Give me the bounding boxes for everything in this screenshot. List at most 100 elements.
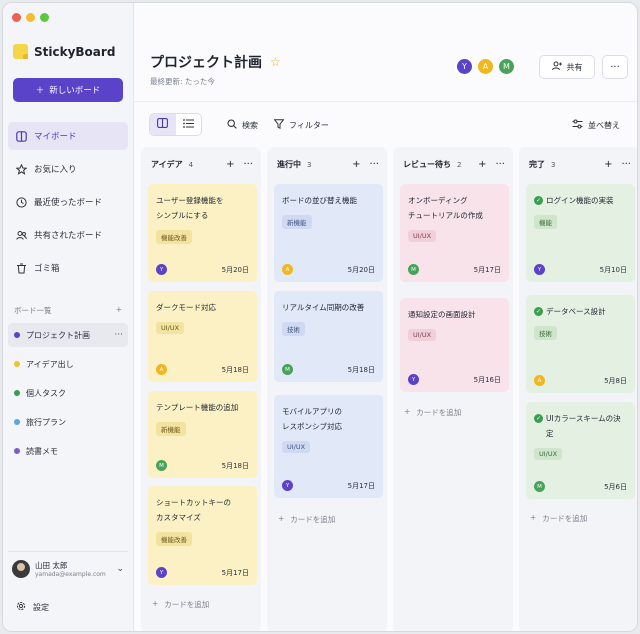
- sidebar-item-label: お気に入り: [34, 165, 77, 175]
- toolbar: 検索 フィルター 並べ替え: [134, 101, 637, 147]
- column-in-review: レビュー待ち 2 + ··· オンボーディング チュートリアルの作成 UI/UX…: [393, 147, 513, 631]
- card-tag: UI/UX: [408, 230, 437, 242]
- card-footer: Y 5月16日: [408, 374, 501, 385]
- column-title: レビュー待ち: [403, 160, 451, 169]
- favorite-star-icon[interactable]: ☆: [270, 55, 281, 69]
- list-view-button[interactable]: [176, 114, 202, 135]
- card-footer: A 5月20日: [282, 264, 375, 275]
- column-more-button[interactable]: ···: [495, 159, 505, 170]
- sidebar-item-recent[interactable]: 最近使ったボード: [8, 188, 128, 216]
- card-tag: UI/UX: [282, 441, 311, 453]
- title-row: プロジェクト計画 ☆: [150, 52, 281, 72]
- check-circle-icon: ✓: [534, 307, 543, 316]
- card-tag: 機能改善: [156, 230, 192, 244]
- card-footer: M 5月18日: [282, 364, 375, 375]
- card[interactable]: ✓ ログイン機能の実装 機能 Y 5月10日: [526, 184, 635, 282]
- card-date: 5月10日: [599, 265, 627, 274]
- check-circle-icon: ✓: [534, 414, 543, 423]
- card-date: 5月16日: [473, 375, 501, 384]
- settings-label: 設定: [33, 602, 49, 612]
- board-view-button[interactable]: [150, 114, 176, 135]
- card[interactable]: ✓ データベース設計 技術 A 5月8日: [526, 295, 635, 393]
- sidebar-item-trash[interactable]: ゴミ箱: [8, 254, 128, 282]
- more-options-button[interactable]: ···: [602, 55, 628, 79]
- plus-icon: +: [404, 407, 411, 416]
- column-header: 進行中 3 + ···: [277, 159, 379, 170]
- avatar: M: [282, 364, 293, 375]
- list-icon: [182, 118, 194, 131]
- avatar[interactable]: M: [497, 57, 516, 76]
- card[interactable]: モバイルアプリの レスポンシブ対応 UI/UX Y 5月17日: [274, 395, 383, 498]
- card[interactable]: オンボーディング チュートリアルの作成 UI/UX M 5月17日: [400, 184, 509, 282]
- avatar: A: [282, 264, 293, 275]
- card[interactable]: ユーザー登録機能を シンプルにする 機能改善 Y 5月20日: [148, 184, 257, 282]
- share-button[interactable]: 共有: [539, 55, 595, 79]
- add-board-button[interactable]: +: [116, 305, 122, 316]
- add-card-button[interactable]: + カードを追加: [152, 599, 209, 610]
- filter-button[interactable]: フィルター: [273, 119, 329, 131]
- card[interactable]: ✓ UIカラースキームの決定 UI/UX M 5月6日: [526, 402, 635, 499]
- card[interactable]: ボードの並び替え機能 新機能 A 5月20日: [274, 184, 383, 282]
- sidebar-board-reading-notes[interactable]: 読書メモ: [8, 439, 128, 463]
- sidebar: StickyBoard ＋ 新しいボード マイボード お気に入り 最近使ったボー…: [3, 3, 134, 631]
- add-card-button[interactable]: + カードを追加: [530, 513, 587, 524]
- avatar[interactable]: A: [476, 57, 495, 76]
- sidebar-item-shared[interactable]: 共有されたボード: [8, 221, 128, 249]
- clock-icon: [16, 196, 27, 208]
- share-label: 共有: [566, 62, 583, 72]
- card[interactable]: テンプレート機能の追加 新機能 M 5月18日: [148, 391, 257, 478]
- search-icon: [227, 119, 237, 131]
- card-footer: Y 5月20日: [156, 264, 249, 275]
- maximize-window-button[interactable]: [40, 13, 49, 22]
- search-label: 検索: [242, 120, 258, 130]
- app-name: StickyBoard: [34, 44, 116, 59]
- avatar: A: [156, 364, 167, 375]
- card-title: ✓ ログイン機能の実装: [534, 196, 614, 205]
- column-more-button[interactable]: ···: [243, 159, 253, 170]
- sort-button[interactable]: 並べ替え: [572, 119, 620, 131]
- plus-icon: +: [152, 599, 159, 608]
- add-card-button[interactable]: + カードを追加: [404, 407, 461, 418]
- card[interactable]: 通知設定の画面設計 UI/UX Y 5月16日: [400, 298, 509, 392]
- close-window-button[interactable]: [12, 13, 21, 22]
- add-card-plus-button[interactable]: +: [478, 159, 486, 170]
- user-plus-icon: [551, 61, 562, 73]
- sidebar-item-label: 共有されたボード: [34, 231, 103, 241]
- column-more-button[interactable]: ···: [369, 159, 379, 170]
- board-label: プロジェクト計画: [26, 330, 90, 340]
- column-more-button[interactable]: ···: [621, 159, 631, 170]
- sidebar-board-travel-plan[interactable]: 旅行プラン: [8, 410, 128, 434]
- sidebar-board-personal-tasks[interactable]: 個人タスク: [8, 381, 128, 405]
- minimize-window-button[interactable]: [26, 13, 35, 22]
- card-tag: 技術: [534, 326, 557, 340]
- card-tag: UI/UX: [534, 448, 563, 460]
- settings-button[interactable]: 設定: [16, 601, 49, 613]
- card[interactable]: ショートカットキーの カスタマイズ 機能改善 Y 5月17日: [148, 486, 257, 585]
- card-tag: 技術: [282, 322, 305, 336]
- avatar[interactable]: Y: [455, 57, 474, 76]
- sidebar-item-favorites[interactable]: お気に入り: [8, 155, 128, 183]
- sidebar-board-ideas[interactable]: アイデア出し: [8, 352, 128, 376]
- card-title: ✓ UIカラースキームの決定: [534, 414, 621, 438]
- add-card-plus-button[interactable]: +: [352, 159, 360, 170]
- user-account-menu[interactable]: 山田 太郎 yamada@example.com ⌄: [8, 551, 128, 585]
- users-icon: [16, 230, 27, 241]
- card[interactable]: リアルタイム同期の改善 技術 M 5月18日: [274, 291, 383, 382]
- search-button[interactable]: 検索: [227, 119, 258, 131]
- sidebar-board-project-plan[interactable]: プロジェクト計画 ···: [8, 323, 128, 347]
- card[interactable]: ダークモード対応 UI/UX A 5月18日: [148, 291, 257, 382]
- add-card-plus-button[interactable]: +: [604, 159, 612, 170]
- member-avatars: Y A M: [455, 57, 516, 76]
- new-board-button[interactable]: ＋ 新しいボード: [13, 78, 123, 102]
- column-ideas: アイデア 4 + ··· ユーザー登録機能を シンプルにする 機能改善 Y 5月…: [141, 147, 261, 631]
- add-card-button[interactable]: + カードを追加: [278, 514, 335, 525]
- sidebar-item-label: ゴミ箱: [34, 264, 60, 274]
- main-content: プロジェクト計画 ☆ 最終更新: たった今 Y A M 共有 ··· 検索 フィ…: [134, 3, 637, 631]
- avatar: M: [534, 481, 545, 492]
- card-title: ✓ データベース設計: [534, 307, 606, 316]
- board-more-button[interactable]: ···: [114, 330, 123, 340]
- sticky-note-logo-icon: [13, 44, 28, 59]
- sidebar-item-my-boards[interactable]: マイボード: [8, 122, 128, 150]
- plus-icon: ＋: [35, 86, 45, 96]
- add-card-plus-button[interactable]: +: [226, 159, 234, 170]
